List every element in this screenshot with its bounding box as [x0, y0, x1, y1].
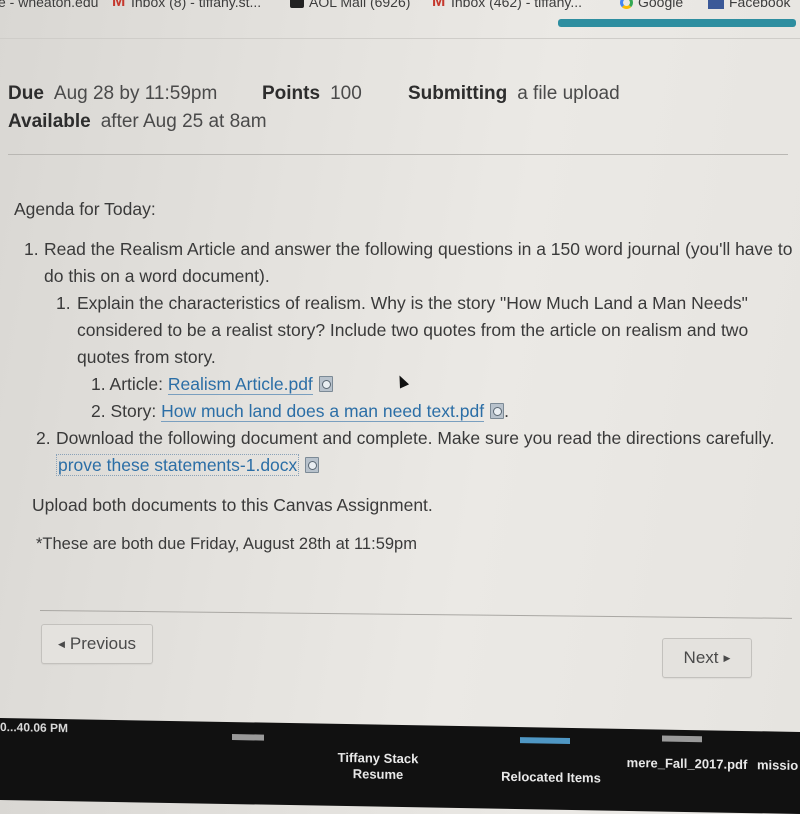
bookmarks-bar: e - wheaton.edu M Inbox (8) - tiffany.st…	[0, 0, 800, 18]
due-label: Due	[8, 83, 44, 104]
facebook-icon	[708, 0, 724, 9]
prove-statements-docx-link[interactable]: prove these statements-1.docx	[56, 454, 300, 476]
caret-left-icon: ◀	[57, 638, 65, 649]
assignment-details: Due Aug 28 by 11:59pm Points 100 Submitt…	[8, 80, 620, 136]
points-label: Points	[262, 83, 321, 104]
desktop-item-pdf[interactable]: mere_Fall_2017.pdf	[622, 755, 752, 773]
google-icon	[620, 0, 633, 9]
desktop-item-mission[interactable]: missio	[757, 757, 800, 774]
link-label: Story:	[110, 401, 157, 421]
list-item-1: 1. Read the Realism Article and answer t…	[14, 236, 794, 425]
agenda-heading: Agenda for Today:	[14, 199, 156, 219]
file-preview-icon[interactable]	[490, 403, 505, 419]
due-value: Aug 28 by 11:59pm	[53, 83, 218, 104]
bookmark-label: Google	[638, 0, 684, 10]
bookmark-label: Facebook	[729, 0, 791, 10]
points: Points 100	[262, 83, 408, 105]
punctuation: .	[504, 401, 509, 421]
due-note: *These are both due Friday, August 28th …	[36, 535, 417, 553]
list-item-2: 2. Download the following document and c…	[14, 425, 794, 479]
list-item-text: Explain the characteristics of realism. …	[77, 293, 749, 367]
bookmark-google[interactable]: Google	[620, 0, 683, 10]
file-preview-icon[interactable]	[305, 457, 320, 473]
divider	[0, 38, 800, 39]
file-preview-icon[interactable]	[318, 376, 333, 392]
previous-button[interactable]: ◀ Previous	[41, 624, 153, 664]
list-number: 2.	[91, 401, 106, 421]
file-icon	[662, 735, 702, 743]
sub-list-item-1: 1. Explain the characteristics of realis…	[44, 290, 794, 425]
page-load-progress	[558, 19, 796, 27]
points-value: 100	[330, 83, 362, 104]
bookmark-gmail-inbox-2[interactable]: M Inbox (462) - tiffany...	[432, 0, 582, 10]
realism-article-link[interactable]: Realism Article.pdf	[167, 374, 313, 395]
folder-icon	[520, 737, 570, 744]
file-icon	[232, 734, 264, 741]
available-value: after Aug 25 at 8am	[100, 111, 267, 132]
story-pdf-link[interactable]: How much land does a man need text.pdf	[161, 401, 485, 422]
bookmark-facebook[interactable]: Facebook	[708, 0, 790, 10]
upload-note: Upload both documents to this Canvas Ass…	[32, 495, 433, 515]
caret-right-icon: ▶	[723, 652, 731, 663]
bookmark-label: e - wheaton.edu	[0, 0, 99, 10]
sub-sub-list-item-article: 1. Article: Realism Article.pdf	[77, 371, 794, 398]
list-number: 1.	[91, 374, 106, 394]
submitting-label: Submitting	[408, 83, 508, 104]
desktop-item-relocated-items[interactable]: Relocated Items	[486, 768, 616, 786]
bookmark-label: AOL Mail (6926)	[309, 0, 411, 10]
gmail-icon: M	[112, 0, 126, 10]
available-date: Available after Aug 25 at 8am	[8, 111, 267, 133]
available-label: Available	[8, 111, 91, 132]
aol-icon	[290, 0, 304, 8]
next-button[interactable]: Next ▶	[662, 638, 752, 678]
bookmark-gmail-inbox-1[interactable]: M Inbox (8) - tiffany.st...	[112, 0, 261, 10]
desktop-item-resume[interactable]: Tiffany Stack Resume	[318, 750, 438, 784]
bookmark-label: Inbox (8) - tiffany.st...	[131, 0, 262, 10]
list-item-text: Download the following document and comp…	[56, 428, 775, 448]
list-number: 1.	[56, 293, 71, 313]
due-date: Due Aug 28 by 11:59pm	[8, 83, 262, 105]
list-number: 1.	[24, 239, 39, 259]
next-label: Next	[683, 648, 719, 667]
previous-label: Previous	[69, 634, 137, 653]
page-load-progress-fill	[558, 19, 796, 27]
bookmark-aol-mail[interactable]: AOL Mail (6926)	[290, 0, 410, 10]
submission-type: Submitting a file upload	[408, 83, 620, 105]
divider	[39, 610, 792, 619]
divider	[8, 154, 788, 155]
link-label: Article:	[109, 374, 163, 394]
list-item-text: Read the Realism Article and answer the …	[44, 239, 793, 286]
sub-sub-list-item-story: 2. Story: How much land does a man need …	[77, 398, 794, 425]
bookmark-label: Inbox (462) - tiffany...	[451, 0, 582, 10]
submitting-value: a file upload	[517, 83, 620, 104]
list-number: 2.	[36, 428, 51, 448]
bookmark-wheaton[interactable]: e - wheaton.edu	[0, 0, 98, 10]
screenshot-timestamp: 0...40.06 PM	[0, 720, 69, 736]
gmail-icon: M	[432, 0, 446, 10]
